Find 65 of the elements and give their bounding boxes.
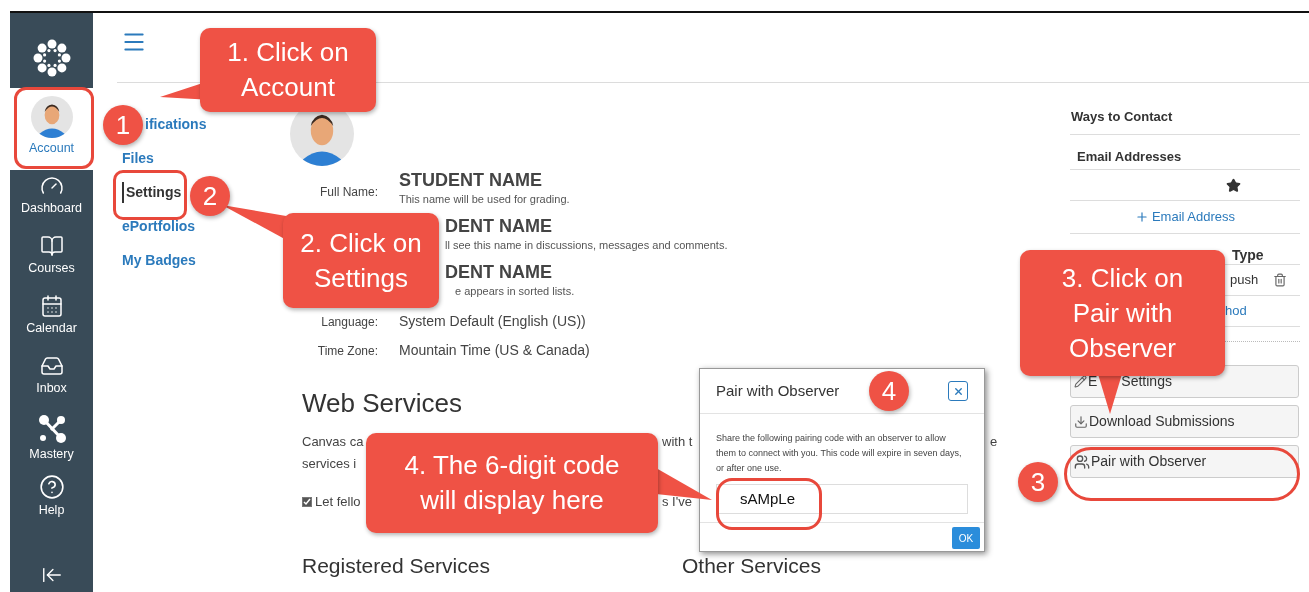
section-heading: Other Services — [682, 553, 821, 579]
callout-pointer — [1098, 374, 1122, 414]
inbox-icon — [39, 354, 64, 378]
table-heading: Email Addresses — [1070, 135, 1300, 170]
name-value: DENT NAME — [445, 261, 552, 283]
add-email-link[interactable]: Email Address — [1134, 207, 1236, 227]
table-cell-text: push — [1230, 271, 1259, 290]
name-value: DENT NAME — [445, 215, 552, 237]
nav-item[interactable]: Mastery — [10, 410, 93, 470]
description-text: e — [990, 433, 998, 451]
callout: 1. Click on Account — [200, 28, 376, 112]
description-text: Canvas ca — [302, 434, 364, 449]
plus-icon — [1134, 210, 1149, 224]
field-hint: e appears in sorted lists. — [454, 284, 575, 299]
panel-title: Ways to Contact — [1070, 107, 1300, 135]
nav-item[interactable]: Inbox — [10, 350, 93, 410]
nav-item[interactable]: Calendar — [10, 290, 93, 350]
section-link[interactable]: Files — [122, 148, 154, 169]
logo-icon[interactable] — [31, 38, 72, 78]
field-value: Mountain Time (US & Canada) — [399, 341, 590, 360]
checkbox-label: s I've — [662, 493, 692, 511]
action-button[interactable]: Download Submissions — [1070, 405, 1299, 438]
download-icon — [1074, 414, 1088, 429]
pencil-icon — [1074, 375, 1087, 388]
step-marker: 1 — [103, 105, 143, 145]
close-icon — [952, 385, 964, 397]
code-field[interactable]: sAMpLe — [716, 484, 968, 514]
description-text: services i — [302, 455, 357, 473]
checkbox-label: Let fello — [315, 494, 361, 509]
field-hint: This name will be used for grading. — [399, 192, 570, 207]
star-icon — [1226, 177, 1241, 193]
checkbox[interactable] — [302, 497, 312, 507]
close-button[interactable] — [948, 381, 968, 401]
callout: 4. The 6-digit code will display here — [366, 433, 658, 533]
field-label: Full Name: — [320, 184, 378, 201]
field-label: Language: — [321, 313, 378, 331]
section-link[interactable]: Settings — [122, 182, 182, 203]
description-text: with t — [662, 434, 693, 449]
help-icon — [38, 474, 65, 500]
nav-item[interactable]: Help — [10, 470, 93, 530]
section-link[interactable]: ePortfolios — [122, 216, 196, 237]
book-icon — [39, 234, 64, 258]
callout: 3. Click on Pair with Observer — [1020, 250, 1225, 376]
avatar-icon — [30, 96, 73, 138]
name-value: STUDENT NAME — [399, 169, 542, 191]
calendar-icon — [39, 294, 64, 318]
nodes-icon — [36, 414, 67, 444]
step-marker: 2 — [190, 176, 230, 216]
field-hint: ll see this name in discussions, messages and comments. — [445, 238, 728, 253]
users-icon — [1074, 453, 1090, 470]
nav-item[interactable]: Dashboard — [10, 170, 93, 230]
section-link[interactable]: ifications — [145, 114, 207, 135]
dialog-title: Pair with Observer — [716, 380, 840, 401]
section-link[interactable]: My Badges — [122, 250, 196, 271]
nav-item[interactable]: Courses — [10, 230, 93, 290]
ok-button[interactable]: OK — [952, 527, 980, 549]
trash-icon[interactable] — [1273, 273, 1288, 287]
dialog-message: Share the following pairing code with an observer to allow them to connect with you. This code will expire in seven days, or after one use. — [715, 432, 963, 475]
step-marker: 3 — [1018, 462, 1058, 502]
section-heading: Web Services — [302, 387, 462, 419]
field-value: System Default (English (US)) — [399, 312, 586, 331]
callout: 2. Click on Settings — [283, 213, 439, 308]
field-label: Time Zone: — [317, 342, 378, 360]
method-link[interactable]: hod — [1225, 301, 1247, 321]
section-heading: Registered Services — [302, 554, 490, 577]
